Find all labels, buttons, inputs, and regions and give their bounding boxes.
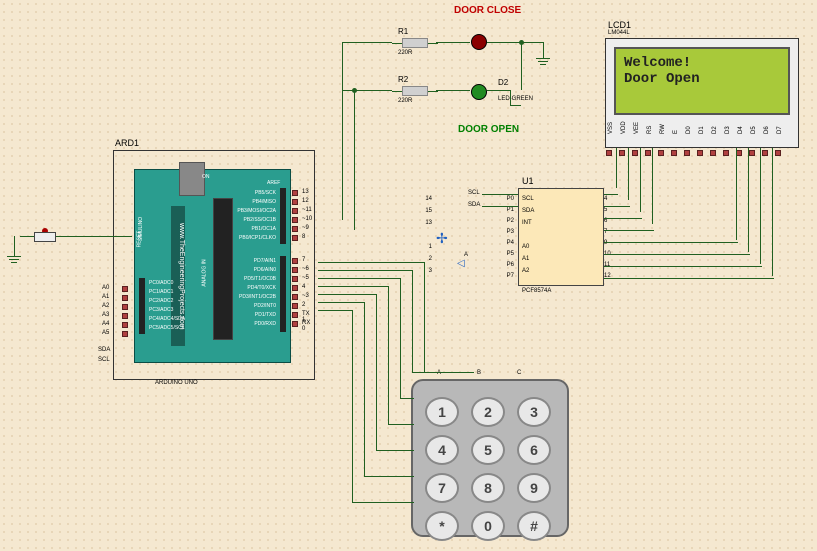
- key-2[interactable]: 2: [471, 397, 505, 427]
- kp-col-b: B: [477, 370, 481, 376]
- ic-sda-net: SDA: [468, 202, 480, 208]
- arduino-analog-lbl: ANALOG IN: [202, 259, 208, 286]
- component-r2: [392, 86, 438, 96]
- label-door-open: DOOR OPEN: [458, 124, 519, 135]
- r2-name: R2: [398, 75, 408, 84]
- r2-val: 220R: [398, 98, 412, 104]
- key-hash[interactable]: #: [517, 511, 551, 541]
- component-arduino: www.TheEngineeringProjects.com SIMULINO …: [113, 150, 315, 380]
- arduino-on: ON: [202, 174, 210, 180]
- arduino-scl-net: SCL: [98, 357, 110, 363]
- key-7[interactable]: 7: [425, 473, 459, 503]
- arduino-reset: RESET: [136, 231, 142, 248]
- component-r1: [392, 38, 438, 48]
- lcd-line1: Welcome!: [624, 55, 780, 71]
- key-5[interactable]: 5: [471, 435, 505, 465]
- gnd-button: [7, 256, 21, 263]
- arduino-sda-net: SDA: [98, 347, 110, 353]
- arduino-mcu: [213, 198, 233, 340]
- ic-scl-net: SCL: [468, 190, 480, 196]
- key-8[interactable]: 8: [471, 473, 505, 503]
- d2-val: LED-GREEN: [498, 96, 533, 102]
- lcd-part: LM044L: [608, 30, 630, 36]
- ard-part: ARDUINO UNO: [155, 380, 198, 386]
- cursor-crosshair: ✢: [436, 230, 448, 247]
- led-red: [471, 34, 487, 50]
- r1-val: 220R: [398, 50, 412, 56]
- gnd-led: [536, 58, 550, 65]
- lcd-screen: Welcome! Door Open: [614, 47, 790, 115]
- component-ic: [518, 188, 604, 286]
- d2-name: D2: [498, 78, 508, 87]
- probe-a: ◁: [457, 258, 465, 269]
- label-door-close: DOOR CLOSE: [454, 5, 521, 16]
- component-keypad: 1 2 3 4 5 6 7 8 9 * 0 #: [411, 379, 569, 537]
- lcd-pin-labels: VSSVDDVEERSRWED0D1D2D3D4D5D6D7: [608, 128, 798, 148]
- arduino-aref: AREF: [267, 180, 280, 186]
- key-9[interactable]: 9: [517, 473, 551, 503]
- lcd-line2: Door Open: [624, 71, 780, 87]
- r1-name: R1: [398, 27, 408, 36]
- key-1[interactable]: 1: [425, 397, 459, 427]
- lcd-name: LCD1: [608, 20, 631, 30]
- ic-part: PCF8574A: [522, 288, 551, 294]
- key-3[interactable]: 3: [517, 397, 551, 427]
- ic-name: U1: [522, 176, 534, 186]
- led-green: [471, 84, 487, 100]
- ard-name: ARD1: [115, 138, 139, 148]
- kp-col-c: C: [517, 370, 521, 376]
- key-star[interactable]: *: [425, 511, 459, 541]
- kp-col-a: A: [437, 370, 441, 376]
- key-6[interactable]: 6: [517, 435, 551, 465]
- key-0[interactable]: 0: [471, 511, 505, 541]
- key-4[interactable]: 4: [425, 435, 459, 465]
